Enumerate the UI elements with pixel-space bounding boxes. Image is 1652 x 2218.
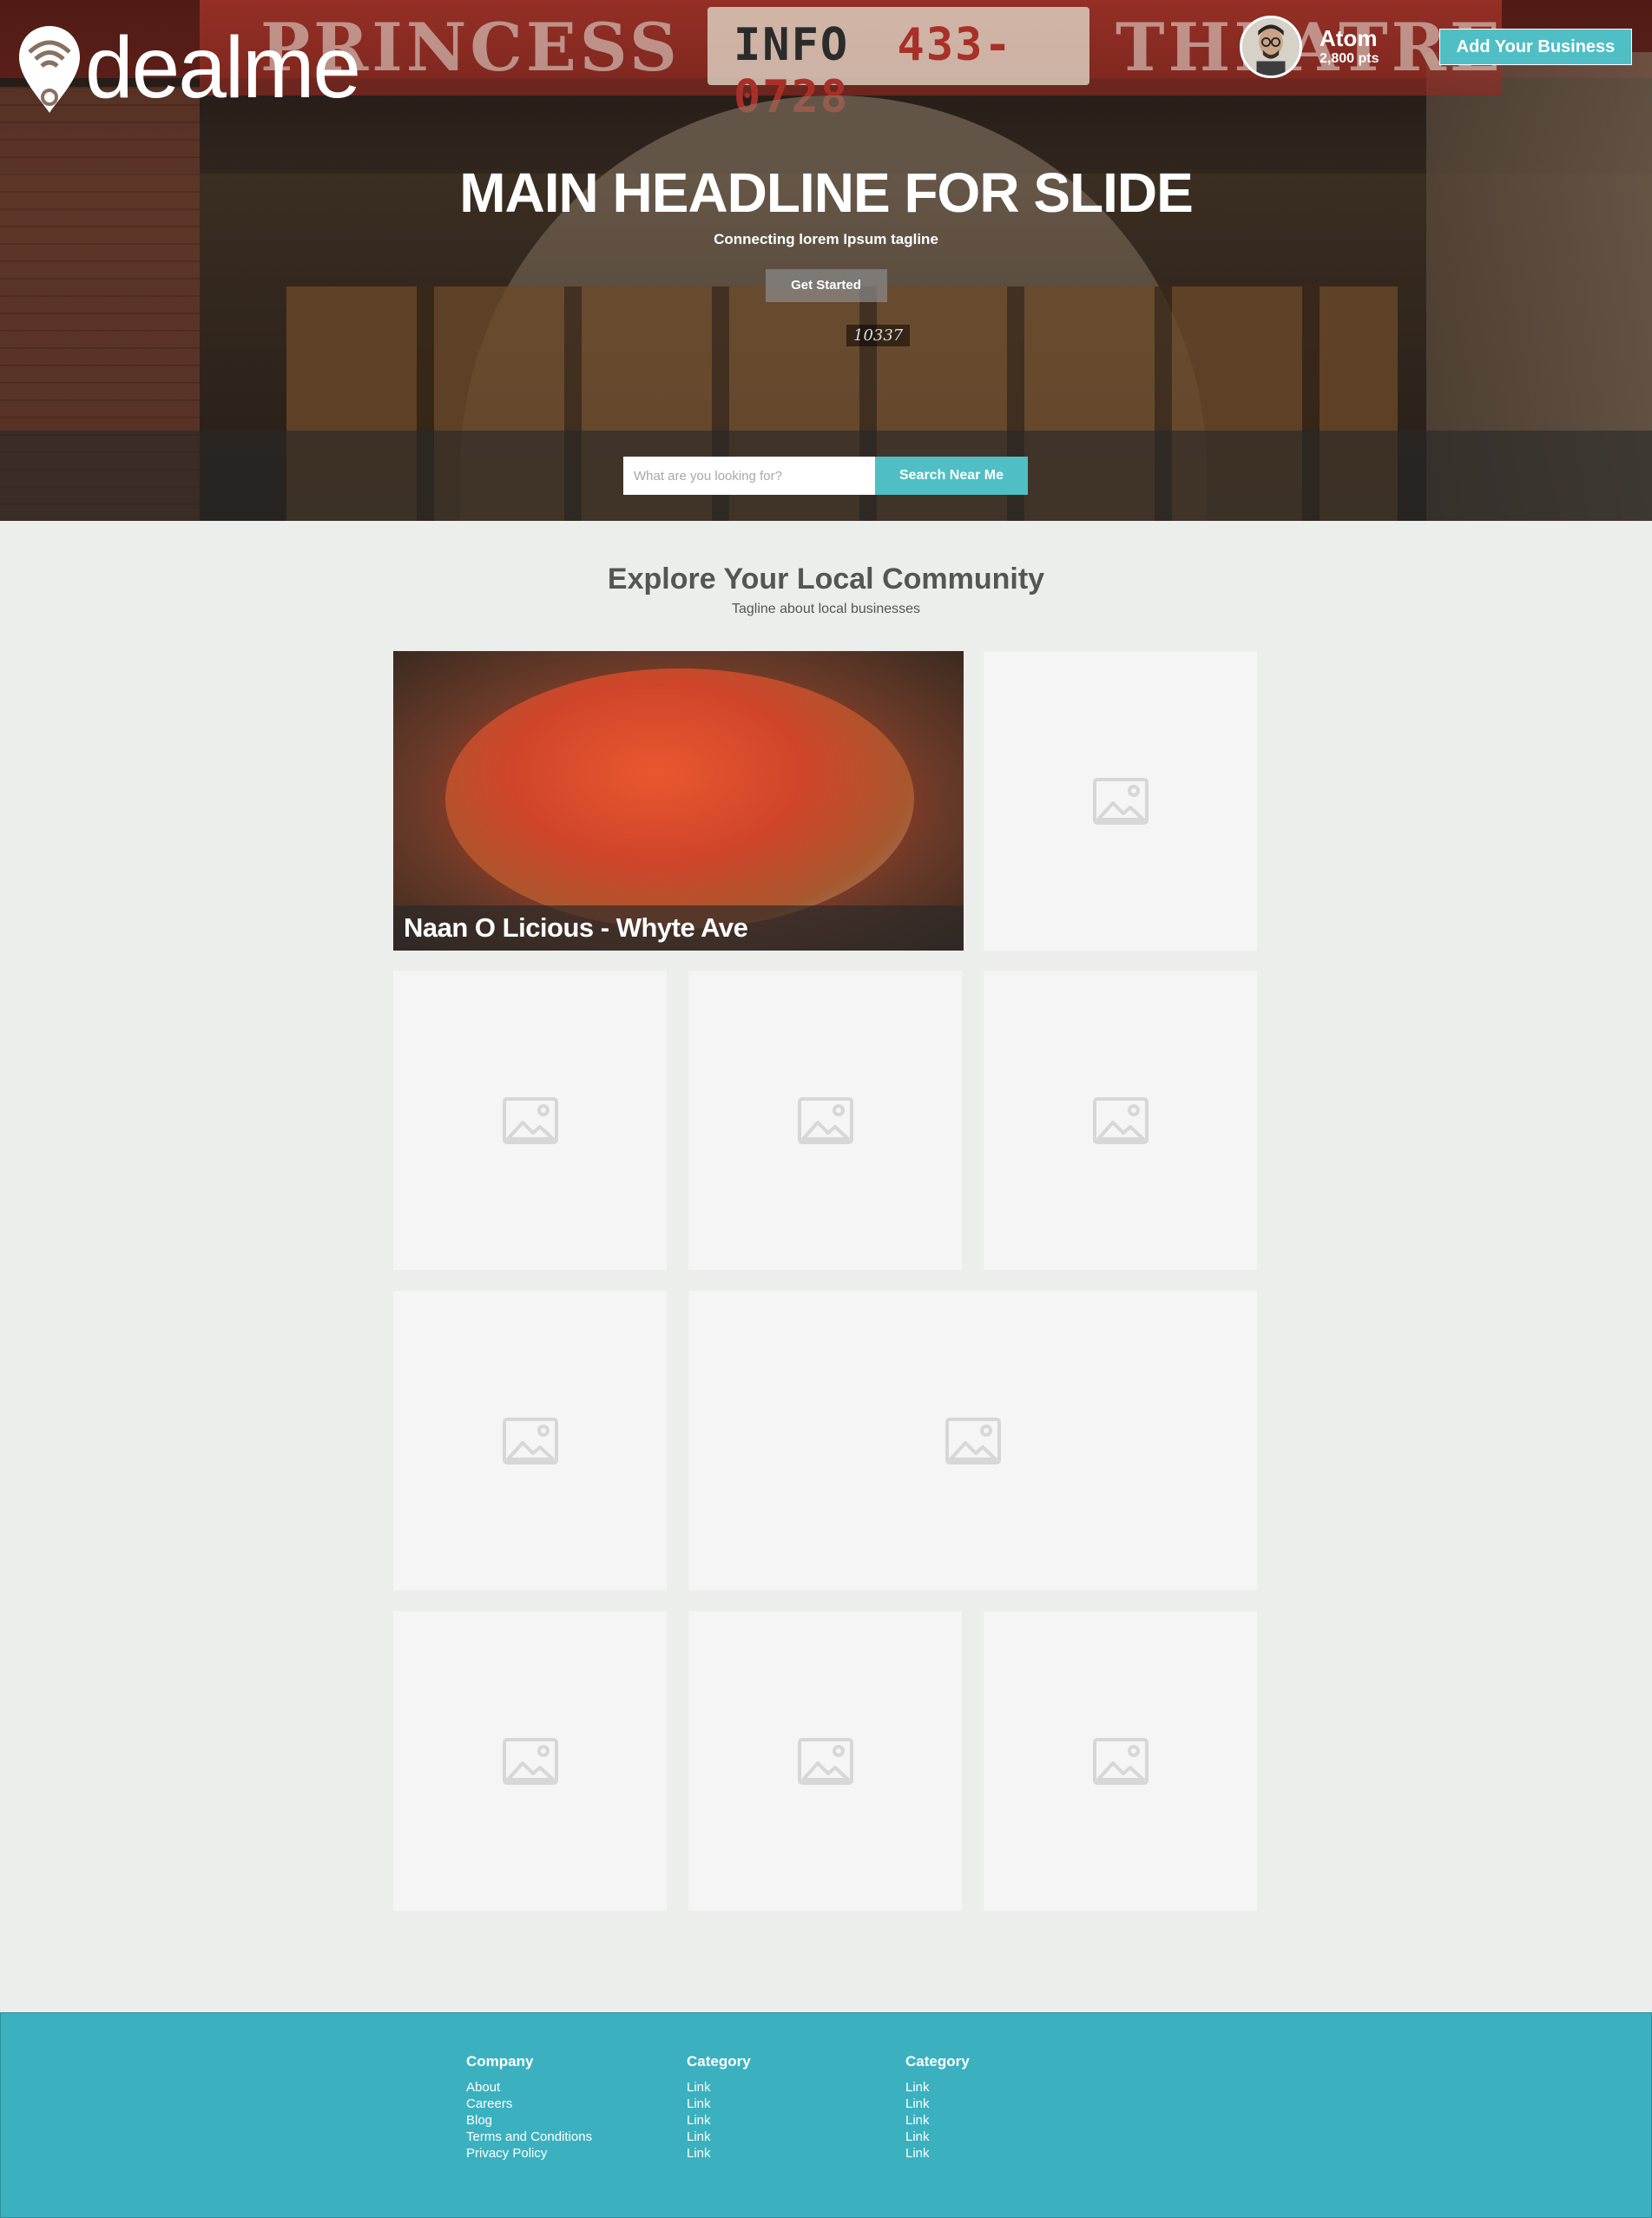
- footer-link[interactable]: Link: [905, 2129, 970, 2145]
- search-bar: Search Near Me: [0, 431, 1652, 521]
- user-points: 2,800 pts: [1320, 50, 1379, 66]
- footer-column-title: Category: [687, 2053, 751, 2070]
- featured-food-image: [445, 668, 914, 929]
- image-placeholder-icon: [502, 1737, 558, 1785]
- get-started-button[interactable]: Get Started: [765, 269, 887, 302]
- image-placeholder-icon: [1092, 1096, 1149, 1144]
- user-profile[interactable]: Atom 2,800 pts: [1240, 16, 1379, 78]
- image-placeholder-icon: [1092, 777, 1149, 825]
- hero-banner: PRINCESS THEATRE INFO 433-0728 10337 dea…: [0, 0, 1652, 521]
- footer-link[interactable]: Link: [905, 2096, 970, 2112]
- footer-link[interactable]: Link: [905, 2112, 970, 2129]
- footer-link[interactable]: Link: [687, 2079, 751, 2096]
- business-tile[interactable]: [393, 971, 667, 1270]
- add-business-button[interactable]: Add Your Business: [1439, 29, 1632, 65]
- business-tile[interactable]: [984, 971, 1257, 1270]
- logo-text: dealme: [85, 19, 361, 116]
- explore-tagline: Tagline about local businesses: [731, 602, 921, 616]
- image-placeholder-icon: [944, 1417, 1001, 1464]
- user-info: Atom 2,800 pts: [1320, 27, 1379, 66]
- footer-link-about[interactable]: About: [466, 2079, 592, 2096]
- footer-link[interactable]: Link: [687, 2129, 751, 2145]
- footer-column-category: Category Link Link Link Link Link: [687, 2053, 751, 2162]
- footer-link[interactable]: Link: [687, 2096, 751, 2112]
- image-placeholder-icon: [797, 1737, 853, 1785]
- search-near-me-button[interactable]: Search Near Me: [875, 457, 1028, 495]
- hero-content: MAIN HEADLINE FOR SLIDE Connecting lorem…: [0, 165, 1652, 302]
- hero-tagline: Connecting lorem Ipsum tagline: [714, 231, 938, 247]
- image-placeholder-icon: [502, 1096, 558, 1144]
- door-number-sign: 10337: [846, 325, 911, 346]
- footer-link-blog[interactable]: Blog: [466, 2112, 592, 2129]
- business-tile[interactable]: [688, 1611, 962, 1911]
- business-tile[interactable]: [393, 1291, 667, 1590]
- image-placeholder-icon: [502, 1417, 558, 1464]
- search-input[interactable]: [623, 457, 875, 495]
- footer-column-title: Company: [466, 2053, 534, 2070]
- footer-link[interactable]: Link: [905, 2145, 970, 2162]
- avatar[interactable]: [1240, 16, 1302, 78]
- footer-column-company: Company About Careers Blog Terms and Con…: [466, 2053, 592, 2162]
- footer-link-privacy[interactable]: Privacy Policy: [466, 2145, 592, 2162]
- business-tile[interactable]: [688, 971, 962, 1270]
- image-placeholder-icon: [797, 1096, 853, 1144]
- business-tile-wide[interactable]: [688, 1291, 1257, 1590]
- featured-business-caption: Naan O Licious - Whyte Ave: [393, 905, 964, 951]
- footer-column-title: Category: [905, 2053, 970, 2070]
- logo[interactable]: dealme: [16, 19, 361, 116]
- footer-link[interactable]: Link: [905, 2079, 970, 2096]
- info-sign-label: INFO: [734, 19, 850, 71]
- footer-link[interactable]: Link: [687, 2145, 751, 2162]
- info-sign: INFO 433-0728: [708, 7, 1089, 123]
- hero-headline: MAIN HEADLINE FOR SLIDE: [459, 161, 1194, 224]
- footer-column-category: Category Link Link Link Link Link: [905, 2053, 970, 2162]
- footer: Company About Careers Blog Terms and Con…: [0, 2012, 1652, 2218]
- business-tile[interactable]: [984, 1611, 1257, 1911]
- footer-link-terms[interactable]: Terms and Conditions: [466, 2129, 592, 2145]
- business-tile[interactable]: [393, 1611, 667, 1911]
- user-name: Atom: [1320, 25, 1378, 52]
- featured-business-tile[interactable]: Naan O Licious - Whyte Ave: [393, 651, 964, 951]
- wifi-pin-icon: [19, 26, 80, 113]
- image-placeholder-icon: [1092, 1737, 1149, 1785]
- footer-link[interactable]: Link: [687, 2112, 751, 2129]
- business-tile[interactable]: [984, 651, 1257, 951]
- footer-link-careers[interactable]: Careers: [466, 2096, 592, 2112]
- explore-title: Explore Your Local Community: [607, 563, 1045, 596]
- user-avatar-icon: [1242, 18, 1300, 76]
